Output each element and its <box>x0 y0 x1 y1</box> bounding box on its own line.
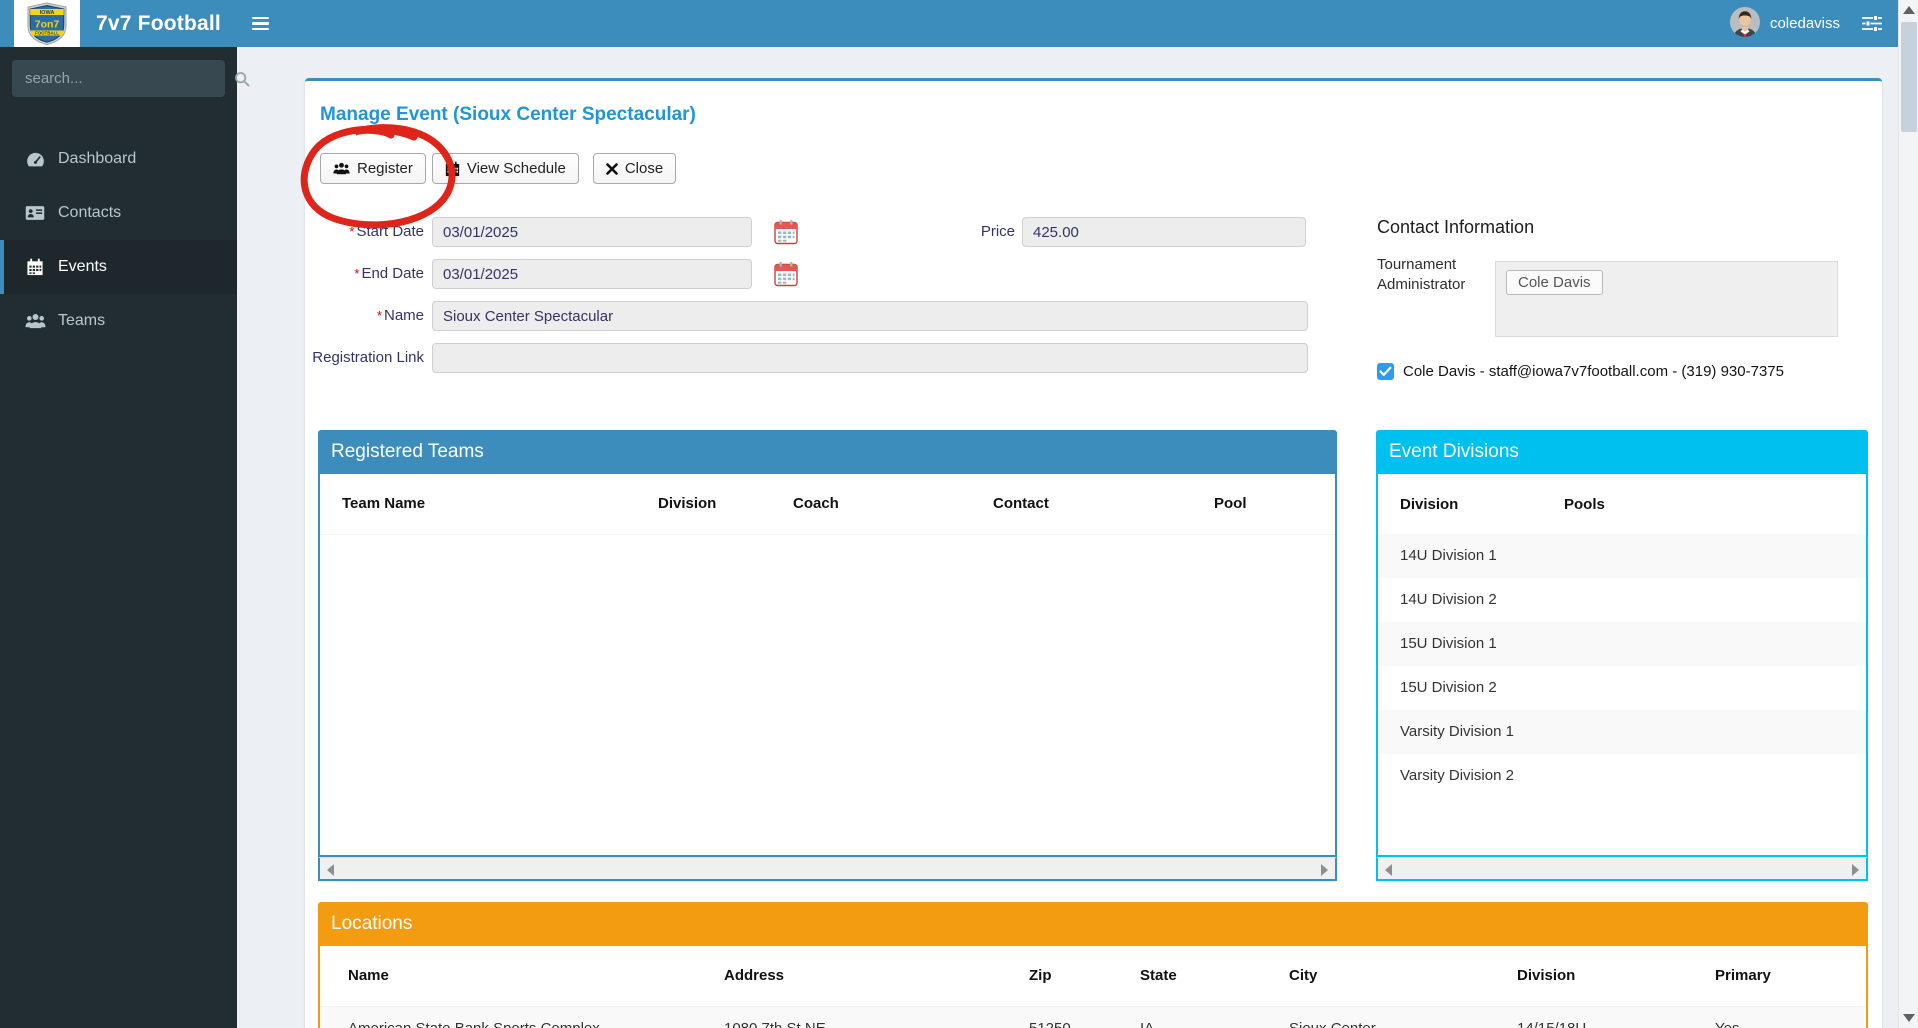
iowa-7on7-logo: IOWA 7on7 FOOTBALL <box>14 0 80 47</box>
view-schedule-button[interactable]: View Schedule <box>432 153 579 184</box>
division-row[interactable]: 15U Division 2 <box>1378 666 1866 710</box>
top-navbar: coledaviss <box>237 0 1898 47</box>
avatar <box>1730 7 1760 41</box>
sidebar-item-teams[interactable]: Teams <box>0 294 237 348</box>
main-content: Manage Event (Sioux Center Spectacular) … <box>237 47 1898 1028</box>
register-button[interactable]: Register <box>320 153 426 184</box>
locations-panel: Locations Name Address Zip State City Di… <box>318 902 1868 1028</box>
scroll-down-arrow-icon[interactable] <box>1903 1014 1915 1022</box>
division-row[interactable]: Varsity Division 1 <box>1378 710 1866 754</box>
price-input[interactable] <box>1022 217 1306 247</box>
toolbar: Register View Schedule Close <box>320 153 676 184</box>
brand: IOWA 7on7 FOOTBALL 7v7 Football <box>0 0 237 47</box>
name-label: *Name <box>305 301 424 331</box>
sidebar-item-dashboard[interactable]: Dashboard <box>0 132 237 186</box>
registered-teams-panel: Registered Teams Team Name Division Coac… <box>318 430 1337 881</box>
event-divisions-header: Event Divisions <box>1376 430 1868 474</box>
registration-link-label: Registration Link <box>305 343 424 373</box>
contact-information-heading: Contact Information <box>1377 217 1534 238</box>
event-divisions-columns: Division Pools <box>1378 474 1866 534</box>
sidebar-nav: Dashboard Contacts Events Teams <box>0 132 237 348</box>
start-date-input[interactable] <box>432 217 752 247</box>
iowa-7on7-badge-icon: IOWA 7on7 FOOTBALL <box>18 2 76 45</box>
users-icon <box>22 313 48 329</box>
search-input[interactable] <box>12 70 234 87</box>
calendar-icon <box>22 258 48 276</box>
division-row[interactable]: 15U Division 1 <box>1378 622 1866 666</box>
event-divisions-hscrollbar[interactable] <box>1376 857 1868 881</box>
x-icon <box>606 163 618 175</box>
registered-teams-columns: Team Name Division Coach Contact Pool <box>320 474 1335 534</box>
start-date-calendar-icon[interactable] <box>774 219 798 246</box>
location-row[interactable]: American State Bank Sports Complex1080 7… <box>320 1006 1866 1028</box>
locations-header: Locations <box>318 902 1868 946</box>
staff-contact-row: Cole Davis - staff@iowa7v7football.com -… <box>1377 363 1784 380</box>
hamburger-icon[interactable] <box>237 0 283 47</box>
close-button[interactable]: Close <box>593 153 676 184</box>
registered-teams-header: Registered Teams <box>318 430 1337 474</box>
division-row[interactable]: 14U Division 2 <box>1378 578 1866 622</box>
sidebar: IOWA 7on7 FOOTBALL 7v7 Football Dashboar… <box>0 0 237 1028</box>
sliders-icon[interactable] <box>1862 15 1882 32</box>
division-list: 14U Division 114U Division 215U Division… <box>1378 534 1866 798</box>
tournament-administrator-label: Tournament Administrator <box>1377 255 1489 295</box>
page-vertical-scrollbar[interactable] <box>1898 0 1918 1028</box>
scroll-up-arrow-icon[interactable] <box>1903 6 1915 14</box>
svg-text:7on7: 7on7 <box>35 19 60 31</box>
staff-contact-label: Cole Davis - staff@iowa7v7football.com -… <box>1403 363 1784 380</box>
start-date-label: *Start Date <box>305 217 424 247</box>
locations-tbody: American State Bank Sports Complex1080 7… <box>320 1006 1866 1028</box>
username: coledaviss <box>1770 15 1840 32</box>
sidebar-item-events[interactable]: Events <box>0 240 237 294</box>
registered-teams-hscrollbar[interactable] <box>318 857 1337 881</box>
name-input[interactable] <box>432 301 1308 331</box>
end-date-calendar-icon[interactable] <box>774 261 798 288</box>
app-title: 7v7 Football <box>96 12 221 36</box>
dashboard-icon <box>22 151 48 168</box>
svg-text:FOOTBALL: FOOTBALL <box>35 31 59 36</box>
page-title: Manage Event (Sioux Center Spectacular) <box>320 104 696 126</box>
contacts-icon <box>22 205 48 221</box>
end-date-input[interactable] <box>432 259 752 289</box>
tournament-administrator-box: Cole Davis <box>1495 261 1838 337</box>
users-icon <box>333 162 350 175</box>
end-date-label: *End Date <box>305 259 424 289</box>
calendar-icon <box>445 161 460 177</box>
search-icon[interactable] <box>234 71 250 87</box>
event-divisions-panel: Event Divisions Division Pools 14U Divis… <box>1376 430 1868 881</box>
scrollbar-thumb[interactable] <box>1901 22 1917 132</box>
sidebar-search[interactable] <box>12 60 225 97</box>
sidebar-item-contacts[interactable]: Contacts <box>0 186 237 240</box>
division-row[interactable]: Varsity Division 2 <box>1378 754 1866 798</box>
locations-columns: Name Address Zip State City Division Pri… <box>320 946 1866 1006</box>
registration-link-input[interactable] <box>432 343 1308 373</box>
staff-contact-checkbox[interactable] <box>1377 363 1394 380</box>
admin-chip[interactable]: Cole Davis <box>1506 270 1603 295</box>
price-label: Price <box>903 217 1015 247</box>
svg-text:IOWA: IOWA <box>40 10 55 16</box>
division-row[interactable]: 14U Division 1 <box>1378 534 1866 578</box>
user-menu[interactable]: coledaviss <box>1730 7 1840 41</box>
manage-event-card: Manage Event (Sioux Center Spectacular) … <box>305 78 1882 1028</box>
